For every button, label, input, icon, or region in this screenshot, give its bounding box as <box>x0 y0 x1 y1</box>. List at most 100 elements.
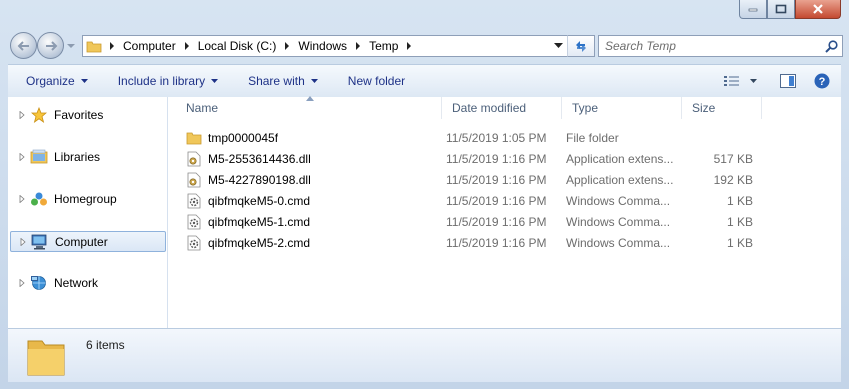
sort-ascending-icon <box>306 96 314 101</box>
breadcrumb-separator[interactable] <box>180 42 194 50</box>
refresh-button[interactable] <box>567 35 595 57</box>
organize-button[interactable]: Organize <box>16 69 98 93</box>
chevron-down-icon <box>211 79 219 83</box>
file-type: Application extens... <box>566 172 674 187</box>
breadcrumb-item-local-disk[interactable]: Local Disk (C:) <box>194 37 281 55</box>
svg-text:?: ? <box>819 76 826 88</box>
expand-arrow-icon[interactable] <box>16 153 28 161</box>
table-row[interactable]: qibfmqkeM5-1.cmd 11/5/2019 1:16 PM Windo… <box>176 211 776 232</box>
file-size: 517 KB <box>713 151 753 166</box>
expand-arrow-icon[interactable] <box>16 195 28 203</box>
share-with-label: Share with <box>248 74 305 88</box>
column-header-date-modified[interactable]: Date modified <box>442 97 562 119</box>
chevron-down-icon <box>749 79 757 83</box>
table-row[interactable]: qibfmqkeM5-2.cmd 11/5/2019 1:16 PM Windo… <box>176 232 776 253</box>
nav-item-homegroup[interactable]: Homegroup <box>10 189 164 209</box>
star-icon <box>30 107 48 123</box>
search-input[interactable] <box>599 38 820 54</box>
expand-arrow-icon[interactable] <box>17 237 29 246</box>
column-header-label: Name <box>186 101 219 115</box>
computer-icon <box>31 234 49 250</box>
nav-item-label: Libraries <box>54 150 101 164</box>
table-row[interactable]: M5-4227890198.dll 11/5/2019 1:16 PM Appl… <box>176 169 776 190</box>
file-name: M5-2553614436.dll <box>208 151 311 166</box>
organize-label: Organize <box>26 74 75 88</box>
file-type: File folder <box>566 130 619 145</box>
maximize-button[interactable] <box>767 0 795 19</box>
file-type: Windows Comma... <box>566 193 671 208</box>
file-date: 11/5/2019 1:16 PM <box>446 214 547 229</box>
breadcrumb-item-windows[interactable]: Windows <box>294 37 351 55</box>
column-header-name[interactable]: Name <box>176 96 442 119</box>
new-folder-button[interactable]: New folder <box>338 69 415 93</box>
folder-location-icon <box>83 39 105 53</box>
file-size: 1 KB <box>726 235 753 250</box>
table-row[interactable]: tmp0000045f 11/5/2019 1:05 PM File folde… <box>176 127 776 148</box>
search-icon[interactable] <box>820 39 842 53</box>
file-list: Name Date modified Type Size tmp0000045f… <box>176 96 841 328</box>
item-count: 6 items <box>86 338 125 352</box>
breadcrumb-item-computer[interactable]: Computer <box>119 37 180 55</box>
file-date: 11/5/2019 1:16 PM <box>446 193 547 208</box>
preview-pane-button[interactable] <box>775 69 801 93</box>
dll-file-icon <box>186 172 202 188</box>
breadcrumb-separator[interactable] <box>105 42 119 50</box>
search-box <box>598 35 843 57</box>
address-dropdown-button[interactable] <box>550 37 566 55</box>
breadcrumb-item-temp[interactable]: Temp <box>365 37 402 55</box>
include-in-library-button[interactable]: Include in library <box>108 69 228 93</box>
cmd-file-icon <box>186 214 202 230</box>
new-folder-label: New folder <box>347 74 406 88</box>
address-bar[interactable]: Computer Local Disk (C:) Windows Temp <box>82 35 595 57</box>
column-header-type[interactable]: Type <box>562 97 682 119</box>
table-row[interactable]: M5-2553614436.dll 11/5/2019 1:16 PM Appl… <box>176 148 776 169</box>
expand-arrow-icon[interactable] <box>16 111 28 119</box>
nav-item-label: Homegroup <box>54 192 117 206</box>
command-bar: Organize Include in library Share with N… <box>8 64 841 98</box>
help-button[interactable]: ? <box>809 69 835 93</box>
minimize-button[interactable] <box>739 0 767 19</box>
file-name: tmp0000045f <box>208 130 279 145</box>
chevron-down-icon <box>67 44 75 48</box>
nav-item-network[interactable]: Network <box>10 273 164 293</box>
nav-item-favorites[interactable]: Favorites <box>10 105 164 125</box>
change-view-button[interactable] <box>719 69 745 93</box>
column-header-size[interactable]: Size <box>682 97 762 119</box>
nav-item-computer[interactable]: Computer <box>10 231 166 252</box>
more-views-button[interactable] <box>745 69 761 93</box>
column-header-label: Type <box>572 101 599 115</box>
file-type: Windows Comma... <box>566 214 671 229</box>
dll-file-icon <box>186 151 202 167</box>
expand-arrow-icon[interactable] <box>16 279 28 287</box>
nav-item-label: Computer <box>55 234 108 249</box>
close-button[interactable] <box>795 0 841 19</box>
address-row: Computer Local Disk (C:) Windows Temp <box>8 32 843 59</box>
share-with-button[interactable]: Share with <box>238 69 328 93</box>
file-date: 11/5/2019 1:16 PM <box>446 172 547 187</box>
breadcrumb: Computer Local Disk (C:) Windows Temp <box>119 36 550 56</box>
caption-buttons <box>739 0 841 20</box>
recent-pages-button[interactable] <box>66 40 76 50</box>
explorer-window: Computer Local Disk (C:) Windows Temp Se… <box>0 0 849 389</box>
table-row[interactable]: qibfmqkeM5-0.cmd 11/5/2019 1:16 PM Windo… <box>176 190 776 211</box>
file-size: 1 KB <box>726 193 753 208</box>
file-name: qibfmqkeM5-0.cmd <box>208 193 311 208</box>
file-date: 11/5/2019 1:16 PM <box>446 151 547 166</box>
cmd-file-icon <box>186 193 202 209</box>
chevron-down-icon <box>553 43 563 48</box>
help-icon: ? <box>814 73 830 89</box>
nav-item-libraries[interactable]: Libraries <box>10 147 164 167</box>
file-name: qibfmqkeM5-2.cmd <box>208 235 311 250</box>
arrow-left-icon <box>17 40 29 51</box>
chevron-down-icon <box>80 79 88 83</box>
back-button[interactable] <box>10 32 37 59</box>
nav-item-label: Network <box>54 276 99 290</box>
refresh-icon <box>576 41 586 52</box>
column-header-label: Date modified <box>452 101 527 115</box>
breadcrumb-separator[interactable] <box>402 42 416 50</box>
breadcrumb-separator[interactable] <box>280 42 294 50</box>
breadcrumb-separator[interactable] <box>351 42 365 50</box>
forward-button[interactable] <box>37 32 64 59</box>
column-header-label: Size <box>692 101 716 115</box>
file-name: qibfmqkeM5-1.cmd <box>208 214 311 229</box>
